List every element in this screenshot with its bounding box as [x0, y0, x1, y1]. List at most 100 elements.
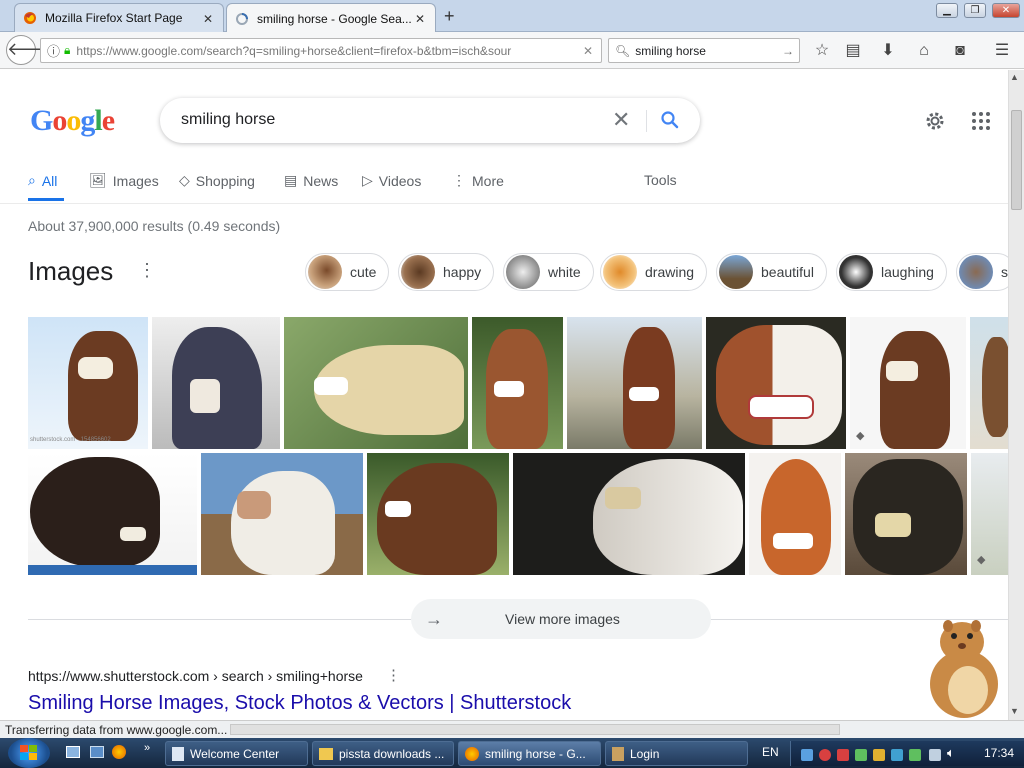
image-result[interactable]: [28, 453, 197, 575]
image-result[interactable]: [472, 317, 563, 449]
horse-head: [231, 471, 335, 575]
image-result[interactable]: [513, 453, 745, 575]
chip-beautiful[interactable]: beautiful: [716, 253, 827, 291]
clear-search-icon[interactable]: ✕: [612, 107, 630, 133]
scrollbar-thumb[interactable]: [1011, 110, 1022, 210]
chip-label: cute: [350, 264, 377, 280]
new-tab-button[interactable]: +: [444, 6, 455, 27]
taskbar-item-login[interactable]: Login: [605, 741, 748, 766]
clear-url-icon[interactable]: ✕: [583, 44, 593, 58]
chip-cute[interactable]: cute: [305, 253, 390, 291]
tab-smiling-horse[interactable]: smiling horse - Google Sea... ✕: [226, 3, 436, 33]
image-result[interactable]: [970, 317, 1008, 449]
tray-icon[interactable]: [873, 749, 885, 761]
go-arrow-icon[interactable]: →: [782, 44, 794, 58]
image-result[interactable]: [706, 317, 846, 449]
pocket-icon[interactable]: ◙: [950, 41, 970, 61]
search-bar-text[interactable]: smiling horse: [635, 44, 706, 58]
chip-white[interactable]: white: [503, 253, 594, 291]
gear-icon[interactable]: [923, 109, 947, 133]
horizontal-scrollbar[interactable]: [230, 724, 840, 735]
close-tab-icon[interactable]: ✕: [203, 12, 213, 26]
more-vert-icon[interactable]: ⋮: [138, 260, 156, 281]
home-icon[interactable]: ⌂: [914, 41, 934, 61]
google-logo[interactable]: Google: [30, 104, 115, 138]
volume-icon[interactable]: 🔈︎: [947, 745, 955, 761]
lock-icon: 🔒︎: [64, 43, 71, 57]
network-icon[interactable]: [929, 749, 941, 761]
chip-happy[interactable]: happy: [398, 253, 495, 291]
apps-grid-icon[interactable]: [971, 111, 991, 131]
download-icon[interactable]: ⬇: [878, 41, 898, 61]
bookmark-star-icon[interactable]: ☆: [812, 41, 832, 61]
tab-label: Images: [112, 172, 159, 189]
more-vert-icon[interactable]: ⋮: [386, 666, 401, 684]
tab-news[interactable]: ▤ News: [284, 172, 338, 189]
view-more-images-button[interactable]: → View more images: [411, 599, 711, 639]
reader-list-icon[interactable]: ▤: [843, 41, 863, 61]
back-button[interactable]: 🡐: [6, 35, 55, 65]
clock[interactable]: 17:34: [984, 746, 1014, 760]
tab-videos[interactable]: ▷ Videos: [362, 172, 421, 189]
scroll-down-icon[interactable]: ▼: [1010, 706, 1019, 716]
close-window-button[interactable]: ✕: [992, 3, 1020, 18]
tools-button[interactable]: Tools: [644, 172, 677, 188]
search-icon[interactable]: [660, 110, 680, 130]
url-text[interactable]: https://www.google.com/search?q=smiling+…: [76, 44, 556, 58]
url-bar[interactable]: ⓘ 🔒︎ https://www.google.com/search?q=smi…: [40, 38, 602, 63]
image-result[interactable]: ◆: [971, 453, 1008, 575]
chip-laughing[interactable]: laughing: [836, 253, 947, 291]
tab-firefox-start[interactable]: Mozilla Firefox Start Page ✕: [14, 3, 224, 32]
google-search-box[interactable]: smiling horse ✕: [160, 98, 700, 143]
taskbar-item-welcome-center[interactable]: Welcome Center: [165, 741, 308, 766]
image-result[interactable]: [367, 453, 509, 575]
image-result[interactable]: [567, 317, 702, 449]
close-tab-icon[interactable]: ✕: [415, 12, 425, 26]
tray-icon[interactable]: [819, 749, 831, 761]
search-bar[interactable]: 🔍︎ smiling horse →: [608, 38, 800, 63]
menu-icon[interactable]: ☰: [992, 41, 1012, 61]
taskbar-item-pissta-downloads[interactable]: pissta downloads ...: [312, 741, 454, 766]
image-result[interactable]: [749, 453, 841, 575]
result-breadcrumb[interactable]: https://www.shutterstock.com › search › …: [28, 668, 363, 684]
maximize-button[interactable]: ❐: [964, 3, 986, 18]
image-result[interactable]: ◆: [850, 317, 966, 449]
taskbar-item-smiling-horse[interactable]: smiling horse - G...: [458, 741, 601, 766]
image-icon: 🖼︎: [89, 172, 107, 188]
tab-images[interactable]: 🖼︎ Images: [89, 172, 159, 189]
window-icon: [172, 746, 184, 761]
minimize-button[interactable]: ▁: [936, 3, 958, 18]
tray-icon[interactable]: [855, 749, 867, 761]
search-query[interactable]: smiling horse: [181, 111, 275, 129]
chip-drawing[interactable]: drawing: [600, 253, 708, 291]
info-icon[interactable]: ⓘ: [47, 41, 60, 60]
language-indicator[interactable]: EN: [762, 745, 779, 759]
switch-windows-icon[interactable]: [90, 746, 104, 758]
quicklaunch-more-icon[interactable]: »: [144, 742, 150, 754]
image-result[interactable]: shutterstock.com · 154856602: [28, 317, 148, 449]
image-result[interactable]: [845, 453, 967, 575]
tray-icon[interactable]: [909, 749, 921, 761]
horse-head: [593, 459, 743, 575]
result-title-link[interactable]: Smiling Horse Images, Stock Photos & Vec…: [28, 692, 571, 715]
more-vert-icon: ⋮: [452, 172, 466, 188]
tab-title: Mozilla Firefox Start Page: [45, 11, 183, 25]
tab-more[interactable]: ⋮ More: [452, 172, 504, 189]
horse-head: [880, 331, 950, 449]
chip-thumbnail: [839, 255, 873, 289]
firefox-icon[interactable]: [112, 745, 126, 759]
tab-label: News: [303, 172, 339, 189]
tab-shopping[interactable]: ◇ Shopping: [179, 172, 255, 189]
tray-icon[interactable]: [837, 749, 849, 761]
image-result[interactable]: [152, 317, 280, 449]
show-desktop-icon[interactable]: [66, 746, 80, 758]
scroll-up-icon[interactable]: ▲: [1010, 72, 1019, 82]
tray-icon[interactable]: [801, 749, 813, 761]
tab-all[interactable]: ⌕ All: [28, 172, 57, 189]
start-button[interactable]: [8, 738, 50, 768]
image-result[interactable]: [284, 317, 468, 449]
tray-icon[interactable]: [891, 749, 903, 761]
image-result[interactable]: [201, 453, 363, 575]
chip-partial[interactable]: s: [956, 253, 1008, 291]
page-scrollbar[interactable]: ▲ ▼: [1008, 70, 1024, 720]
